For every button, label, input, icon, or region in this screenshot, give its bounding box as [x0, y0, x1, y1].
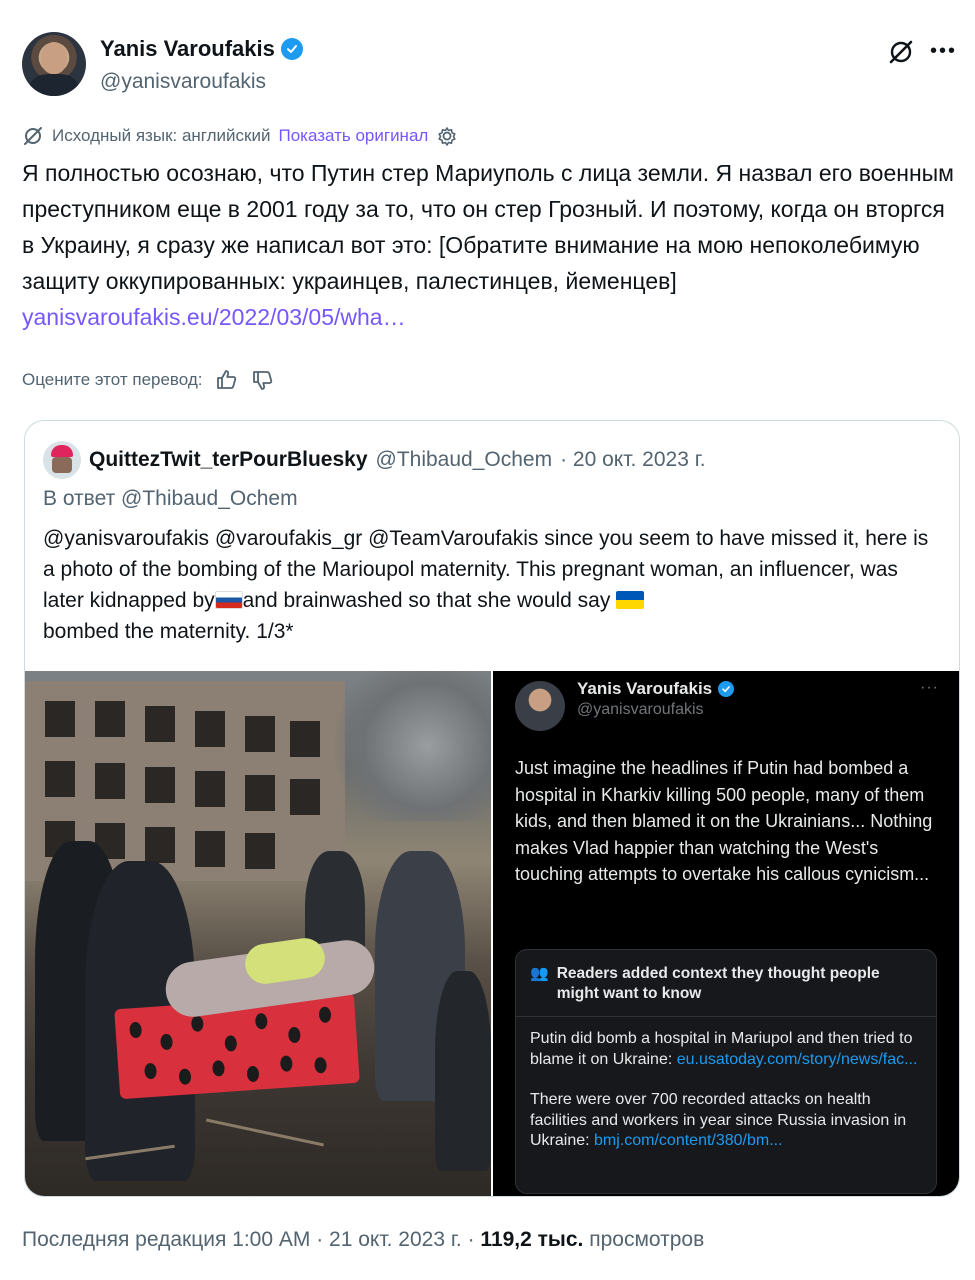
author-info: Yanis Varoufakis @yanisvaroufakis: [100, 36, 303, 94]
tweet-header: Yanis Varoufakis @yanisvaroufakis •••: [22, 30, 957, 100]
embedded-more-icon: ···: [920, 679, 939, 696]
community-note-body: Putin did bomb a hospital in Mariupol an…: [516, 1017, 936, 1164]
bombing-photo[interactable]: [25, 671, 491, 1196]
tweet-body: Я полностью осознаю, что Путин стер Мари…: [22, 160, 954, 294]
embedded-author-handle: @yanisvaroufakis: [577, 701, 704, 718]
tweet-text: Я полностью осознаю, что Путин стер Мари…: [22, 155, 957, 335]
more-icon[interactable]: •••: [930, 41, 957, 61]
edited-timestamp[interactable]: Последняя редакция 1:00 AM · 21 окт. 202…: [22, 1228, 480, 1251]
author-handle[interactable]: @yanisvaroufakis: [100, 70, 303, 94]
views-label: просмотров: [583, 1228, 705, 1251]
rate-label: Оцените этот перевод:: [22, 370, 203, 389]
note-link-1: eu.usatoday.com/story/news/fac...: [676, 1050, 918, 1068]
russia-flag-icon: [214, 591, 243, 609]
embedded-tweet-screenshot[interactable]: Yanis Varoufakis @yanisvaroufakis ··· Ju…: [493, 671, 959, 1196]
embedded-avatar: [515, 681, 565, 731]
author-name[interactable]: Yanis Varoufakis: [100, 36, 275, 62]
photo-person: [435, 971, 491, 1171]
quote-text-part2: and brainwashed so that she would say: [242, 589, 611, 612]
quote-text-part3: bombed the maternity. 1/3*: [43, 620, 294, 643]
verified-badge-icon: [280, 38, 303, 60]
embedded-verified-icon: [718, 681, 735, 697]
quote-text: @yanisvaroufakis @varoufakis_gr @TeamVar…: [43, 523, 943, 647]
ukraine-flag-icon: [616, 591, 645, 609]
thumbs-down-icon[interactable]: [251, 368, 275, 392]
quote-date[interactable]: · 20 окт. 2023 г.: [560, 448, 706, 472]
photo-debris: [205, 1118, 325, 1147]
author-name-row[interactable]: Yanis Varoufakis: [100, 36, 303, 62]
embedded-author-name: Yanis Varoufakis: [577, 679, 713, 698]
photo-smoke: [325, 671, 491, 821]
tweet-link[interactable]: yanisvaroufakis.eu/2022/03/05/wha…: [22, 304, 406, 330]
translation-note: Исходный язык: английский Показать ориги…: [22, 125, 458, 147]
people-icon: 👥: [530, 965, 549, 982]
source-language: Исходный язык: английский: [52, 126, 271, 145]
rate-translation: Оцените этот перевод:: [22, 368, 275, 392]
translate-icon: [24, 127, 42, 145]
grok-icon[interactable]: [887, 38, 915, 66]
quote-author-handle[interactable]: @Thibaud_Ochem: [376, 448, 553, 472]
settings-icon[interactable]: [436, 125, 458, 147]
views-count: 119,2 тыс.: [480, 1228, 584, 1251]
quote-header: QuittezTwit_terPourBluesky @Thibaud_Oche…: [43, 441, 706, 479]
show-original-link[interactable]: Показать оригинал: [278, 126, 428, 146]
community-note-header: 👥 Readers added context they thought peo…: [516, 950, 936, 1017]
note-link-2: bmj.com/content/380/bm...: [594, 1132, 783, 1149]
author-avatar[interactable]: [22, 32, 86, 96]
thumbs-up-icon[interactable]: [215, 368, 239, 392]
embedded-name-row: Yanis Varoufakis: [577, 679, 735, 699]
tweet-footer: Последняя редакция 1:00 AM · 21 окт. 202…: [22, 1228, 704, 1252]
community-note: 👥 Readers added context they thought peo…: [515, 949, 937, 1194]
quote-avatar[interactable]: [43, 441, 81, 479]
quoted-tweet[interactable]: QuittezTwit_terPourBluesky @Thibaud_Oche…: [24, 420, 960, 1197]
quote-reply-to: В ответ @Thibaud_Ochem: [43, 487, 298, 510]
quote-author-name[interactable]: QuittezTwit_terPourBluesky: [89, 448, 368, 472]
community-note-title: Readers added context they thought peopl…: [556, 965, 880, 1002]
embedded-tweet-text: Just imagine the headlines if Putin had …: [515, 758, 933, 884]
